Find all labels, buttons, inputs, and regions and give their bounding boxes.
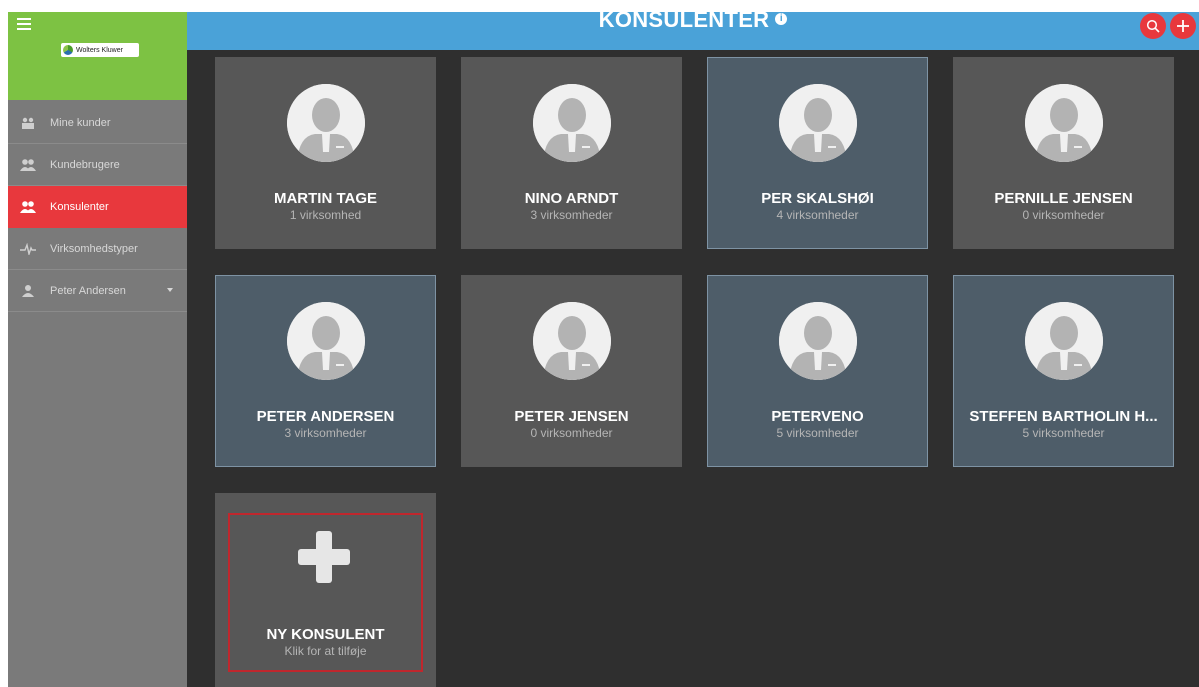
search-icon [1146, 19, 1160, 33]
consultant-name: PETERVENO [771, 408, 864, 425]
consultant-name: PETER ANDERSEN [256, 408, 395, 425]
sidebar-item-kundebrugere[interactable]: Kundebrugere [8, 144, 187, 186]
users-icon [20, 158, 36, 172]
page-title-text: KONSULENTER [598, 12, 770, 32]
sidebar-nav: Mine kunder Kundebrugere Konsulenter Vir… [8, 102, 187, 312]
company-count: 1 virksomhed [289, 208, 362, 222]
plus-icon [1177, 20, 1189, 32]
consultant-card[interactable]: PETERVENO 5 virksomheder [707, 275, 928, 467]
avatar-icon [778, 84, 857, 162]
consultant-card[interactable]: STEFFEN BARTHOLIN H... 5 virksomheder [953, 275, 1174, 467]
sidebar-item-label: Mine kunder [50, 116, 111, 129]
consultant-name: MARTIN TAGE [273, 190, 378, 207]
sidebar-item-label: Konsulenter [50, 200, 109, 213]
sidebar-item-user-menu[interactable]: Peter Andersen [8, 270, 187, 312]
search-button[interactable] [1140, 13, 1166, 39]
consultant-name: NINO ARNDT [524, 190, 619, 207]
sidebar-item-konsulenter[interactable]: Konsulenter [8, 186, 187, 228]
page-title: KONSULENTER i [187, 12, 1199, 33]
info-icon[interactable]: i [775, 13, 788, 26]
consultant-card[interactable]: MARTIN TAGE 1 virksomhed [215, 57, 436, 249]
customers-icon [20, 116, 36, 130]
new-consultant-card: NY KONSULENT Klik for at tilføje [215, 493, 436, 687]
new-consultant-subtitle: Klik for at tilføje [284, 644, 367, 658]
company-count: 0 virksomheder [1022, 208, 1105, 222]
sidebar-item-label: Peter Andersen [50, 284, 126, 297]
consultant-card[interactable]: PETER JENSEN 0 virksomheder [461, 275, 682, 467]
avatar-icon [778, 302, 857, 380]
logo-mark-icon [63, 45, 73, 55]
top-bar: KONSULENTER i [187, 12, 1199, 50]
user-icon [20, 284, 36, 298]
consultant-name: STEFFEN BARTHOLIN H... [969, 408, 1158, 425]
add-consultant-plus-icon [298, 531, 350, 583]
sidebar-item-label: Virksomhedstyper [50, 242, 138, 255]
consultant-card[interactable]: PER SKALSHØI 4 virksomheder [707, 57, 928, 249]
avatar-icon [286, 302, 365, 380]
consultant-card[interactable]: NINO ARNDT 3 virksomheder [461, 57, 682, 249]
company-count: 5 virksomheder [776, 426, 859, 440]
new-consultant-title: NY KONSULENT [266, 626, 385, 643]
company-count: 4 virksomheder [776, 208, 859, 222]
app-window: Wolters Kluwer Mine kunder Kundebrugere [8, 12, 1199, 687]
avatar-icon [1024, 84, 1103, 162]
sidebar-item-label: Kundebrugere [50, 158, 120, 171]
consultant-name: PETER JENSEN [514, 408, 629, 425]
pulse-icon [20, 242, 36, 256]
avatar-icon [532, 84, 611, 162]
new-consultant-button[interactable]: NY KONSULENT Klik for at tilføje [228, 513, 423, 672]
company-count: 0 virksomheder [530, 426, 613, 440]
logo: Wolters Kluwer [61, 43, 139, 57]
logo-text: Wolters Kluwer [76, 46, 123, 54]
consultant-name: PER SKALSHØI [761, 190, 874, 207]
add-button[interactable] [1170, 13, 1196, 39]
avatar-icon [532, 302, 611, 380]
consultants-icon [20, 200, 36, 214]
sidebar: Wolters Kluwer Mine kunder Kundebrugere [8, 12, 187, 687]
sidebar-item-mine-kunder[interactable]: Mine kunder [8, 102, 187, 144]
avatar-icon [1024, 302, 1103, 380]
hamburger-menu-icon[interactable] [17, 18, 31, 30]
company-count: 3 virksomheder [284, 426, 367, 440]
sidebar-header: Wolters Kluwer [8, 12, 187, 100]
company-count: 3 virksomheder [530, 208, 613, 222]
sidebar-item-virksomhedstyper[interactable]: Virksomhedstyper [8, 228, 187, 270]
consultant-name: PERNILLE JENSEN [994, 190, 1133, 207]
chevron-down-icon[interactable] [167, 288, 173, 292]
company-count: 5 virksomheder [1022, 426, 1105, 440]
consultant-card[interactable]: PERNILLE JENSEN 0 virksomheder [953, 57, 1174, 249]
avatar-icon [286, 84, 365, 162]
consultant-card[interactable]: PETER ANDERSEN 3 virksomheder [215, 275, 436, 467]
